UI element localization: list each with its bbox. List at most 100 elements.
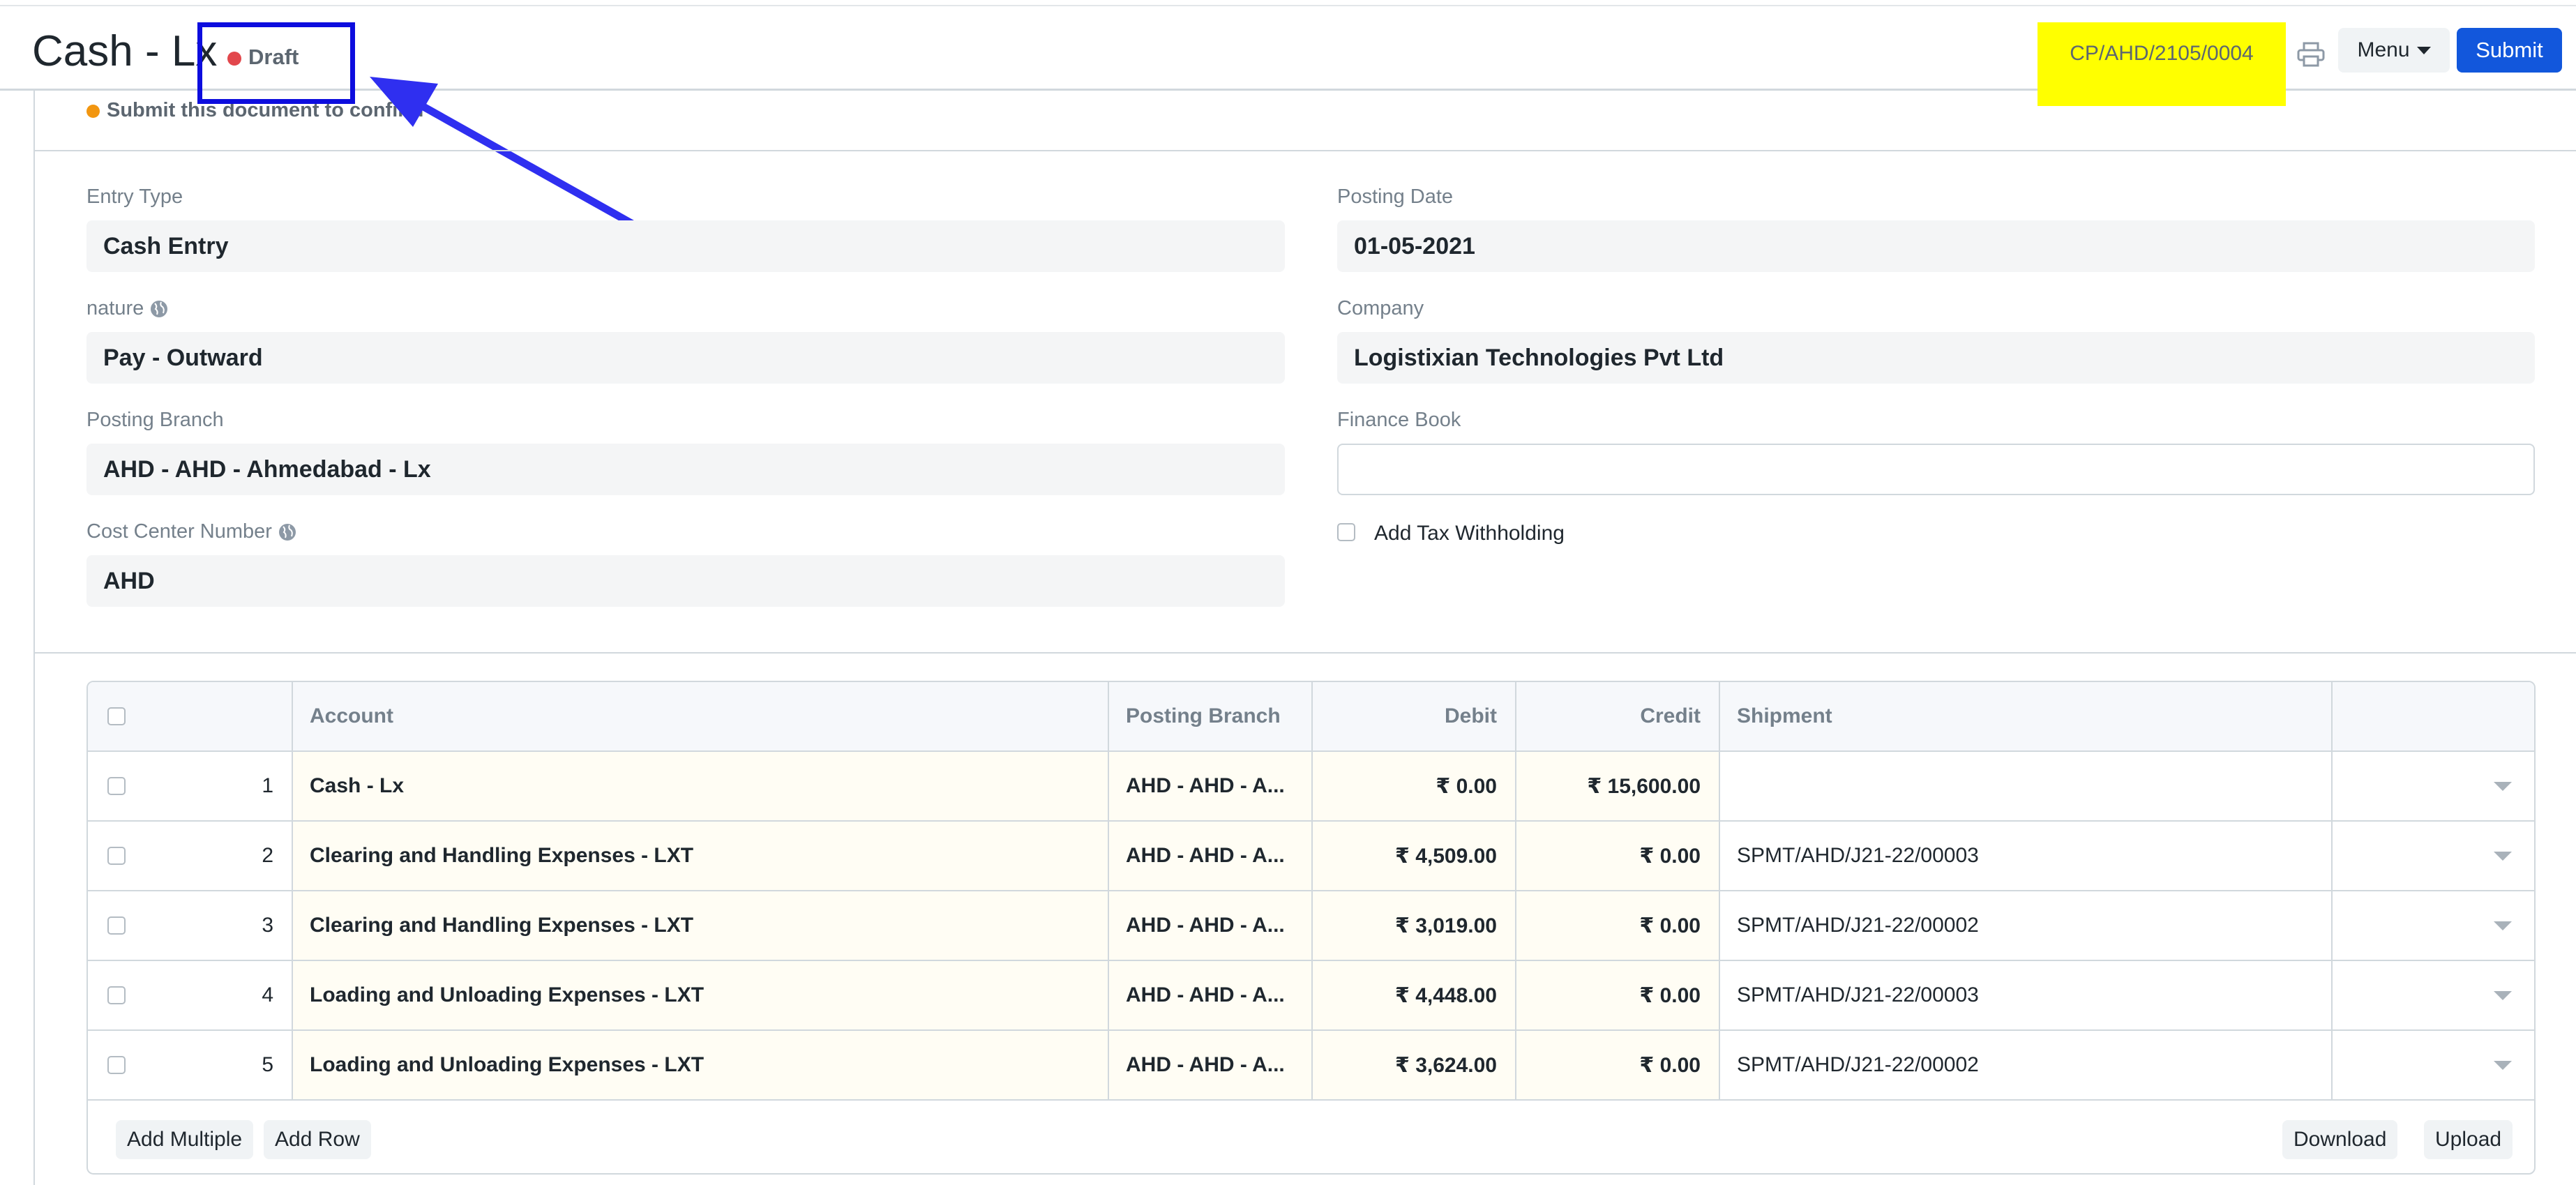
row-shipment[interactable]: SPMT/AHD/J21-22/00003 bbox=[1720, 822, 2333, 890]
accounts-table: Account Posting Branch Debit Credit Ship… bbox=[86, 681, 2536, 1175]
annotation-arrow-icon bbox=[370, 77, 635, 227]
cost-center-label: Cost Center Number bbox=[86, 520, 272, 543]
row-checkbox[interactable] bbox=[107, 986, 126, 1004]
menu-button-label: Menu bbox=[2357, 38, 2410, 61]
row-debit[interactable]: ₹ 4,448.00 bbox=[1313, 961, 1516, 1029]
globe-icon bbox=[278, 524, 296, 541]
caret-down-icon bbox=[2416, 46, 2431, 54]
row-checkbox[interactable] bbox=[107, 916, 126, 935]
row-account[interactable]: Cash - Lx bbox=[293, 752, 1109, 820]
row-select-cell: 1 bbox=[88, 752, 293, 820]
row-expand-icon[interactable] bbox=[2494, 921, 2512, 930]
row-actions[interactable] bbox=[2333, 822, 2534, 890]
document-number: CP/AHD/2105/0004 bbox=[2070, 42, 2254, 65]
row-debit[interactable]: ₹ 3,019.00 bbox=[1313, 891, 1516, 960]
globe-icon bbox=[151, 301, 168, 318]
row-actions[interactable] bbox=[2333, 961, 2534, 1029]
header-actions bbox=[2333, 682, 2534, 750]
row-debit[interactable]: ₹ 3,624.00 bbox=[1313, 1031, 1516, 1099]
row-shipment[interactable] bbox=[1720, 752, 2333, 820]
posting-branch-label: Posting Branch bbox=[86, 409, 224, 431]
page-title: Cash - Lx bbox=[32, 27, 218, 75]
row-select-cell: 4 bbox=[88, 961, 293, 1029]
row-checkbox[interactable] bbox=[107, 1056, 126, 1074]
select-all-checkbox[interactable] bbox=[107, 707, 126, 725]
row-posting-branch[interactable]: AHD - AHD - A... bbox=[1109, 822, 1313, 890]
row-expand-icon[interactable] bbox=[2494, 1060, 2512, 1070]
table-row[interactable]: 4 Loading and Unloading Expenses - LXT A… bbox=[88, 961, 2534, 1031]
section-divider bbox=[35, 150, 2576, 151]
row-credit[interactable]: ₹ 0.00 bbox=[1516, 961, 1720, 1029]
tax-withholding-label: Add Tax Withholding bbox=[1374, 522, 1565, 545]
row-debit[interactable]: ₹ 0.00 bbox=[1313, 752, 1516, 820]
row-actions[interactable] bbox=[2333, 752, 2534, 820]
row-expand-icon[interactable] bbox=[2494, 781, 2512, 791]
row-expand-icon[interactable] bbox=[2494, 990, 2512, 1000]
cost-center-label-wrap: Cost Center Number bbox=[86, 520, 297, 543]
row-shipment[interactable]: SPMT/AHD/J21-22/00002 bbox=[1720, 1031, 2333, 1099]
row-select-cell: 5 bbox=[88, 1031, 293, 1099]
row-select-cell: 3 bbox=[88, 891, 293, 960]
row-select-cell: 2 bbox=[88, 822, 293, 890]
printer-icon[interactable] bbox=[2297, 42, 2325, 67]
cost-center-field[interactable]: AHD bbox=[86, 555, 1285, 607]
header-debit: Debit bbox=[1313, 682, 1516, 750]
posting-branch-field[interactable]: AHD - AHD - Ahmedabad - Lx bbox=[86, 444, 1285, 495]
tax-withholding-checkbox[interactable] bbox=[1337, 523, 1355, 541]
nature-field[interactable]: Pay - Outward bbox=[86, 332, 1285, 384]
table-row[interactable]: 5 Loading and Unloading Expenses - LXT A… bbox=[88, 1031, 2534, 1101]
company-field[interactable]: Logistixian Technologies Pvt Ltd bbox=[1337, 332, 2535, 384]
table-header-row: Account Posting Branch Debit Credit Ship… bbox=[88, 682, 2534, 752]
row-credit[interactable]: ₹ 0.00 bbox=[1516, 891, 1720, 960]
posting-date-field[interactable]: 01-05-2021 bbox=[1337, 220, 2535, 272]
finance-book-input[interactable] bbox=[1337, 444, 2535, 495]
row-index: 2 bbox=[262, 844, 273, 867]
table-row[interactable]: 2 Clearing and Handling Expenses - LXT A… bbox=[88, 822, 2534, 891]
row-shipment[interactable]: SPMT/AHD/J21-22/00002 bbox=[1720, 891, 2333, 960]
upload-button[interactable]: Upload bbox=[2424, 1120, 2513, 1159]
row-posting-branch[interactable]: AHD - AHD - A... bbox=[1109, 752, 1313, 820]
row-credit[interactable]: ₹ 15,600.00 bbox=[1516, 752, 1720, 820]
row-account[interactable]: Loading and Unloading Expenses - LXT bbox=[293, 961, 1109, 1029]
indicator-dot-icon bbox=[86, 105, 100, 118]
row-posting-branch[interactable]: AHD - AHD - A... bbox=[1109, 891, 1313, 960]
row-debit[interactable]: ₹ 4,509.00 bbox=[1313, 822, 1516, 890]
row-account[interactable]: Loading and Unloading Expenses - LXT bbox=[293, 1031, 1109, 1099]
entry-type-field[interactable]: Cash Entry bbox=[86, 220, 1285, 272]
header-select-cell bbox=[88, 682, 293, 750]
menu-button[interactable]: Menu bbox=[2338, 28, 2450, 73]
row-expand-icon[interactable] bbox=[2494, 851, 2512, 861]
header-account: Account bbox=[293, 682, 1109, 750]
row-shipment[interactable]: SPMT/AHD/J21-22/00003 bbox=[1720, 961, 2333, 1029]
row-account[interactable]: Clearing and Handling Expenses - LXT bbox=[293, 822, 1109, 890]
nature-label-wrap: nature bbox=[86, 297, 169, 320]
row-posting-branch[interactable]: AHD - AHD - A... bbox=[1109, 961, 1313, 1029]
row-index: 4 bbox=[262, 983, 273, 1006]
download-button[interactable]: Download bbox=[2282, 1120, 2398, 1159]
table-footer: Add Multiple Add Row Download Upload bbox=[88, 1102, 2534, 1173]
row-actions[interactable] bbox=[2333, 891, 2534, 960]
add-multiple-button[interactable]: Add Multiple bbox=[116, 1120, 254, 1159]
row-posting-branch[interactable]: AHD - AHD - A... bbox=[1109, 1031, 1313, 1099]
row-index: 5 bbox=[262, 1053, 273, 1076]
row-credit[interactable]: ₹ 0.00 bbox=[1516, 822, 1720, 890]
table-row[interactable]: 1 Cash - Lx AHD - AHD - A... ₹ 0.00 ₹ 15… bbox=[88, 752, 2534, 822]
row-account[interactable]: Clearing and Handling Expenses - LXT bbox=[293, 891, 1109, 960]
finance-book-label: Finance Book bbox=[1337, 409, 1461, 431]
header-shipment: Shipment bbox=[1720, 682, 2333, 750]
submit-button[interactable]: Submit bbox=[2457, 28, 2562, 73]
section-divider bbox=[35, 652, 2576, 654]
header-credit: Credit bbox=[1516, 682, 1720, 750]
company-label: Company bbox=[1337, 297, 1424, 319]
row-checkbox[interactable] bbox=[107, 847, 126, 865]
posting-date-label: Posting Date bbox=[1337, 186, 1454, 208]
page-left-border bbox=[33, 91, 35, 1185]
row-credit[interactable]: ₹ 0.00 bbox=[1516, 1031, 1720, 1099]
add-row-button[interactable]: Add Row bbox=[264, 1120, 371, 1159]
row-checkbox[interactable] bbox=[107, 777, 126, 795]
top-border bbox=[0, 0, 2576, 6]
nature-label: nature bbox=[86, 297, 144, 319]
table-row[interactable]: 3 Clearing and Handling Expenses - LXT A… bbox=[88, 891, 2534, 961]
entry-type-label: Entry Type bbox=[86, 186, 183, 208]
row-actions[interactable] bbox=[2333, 1031, 2534, 1099]
